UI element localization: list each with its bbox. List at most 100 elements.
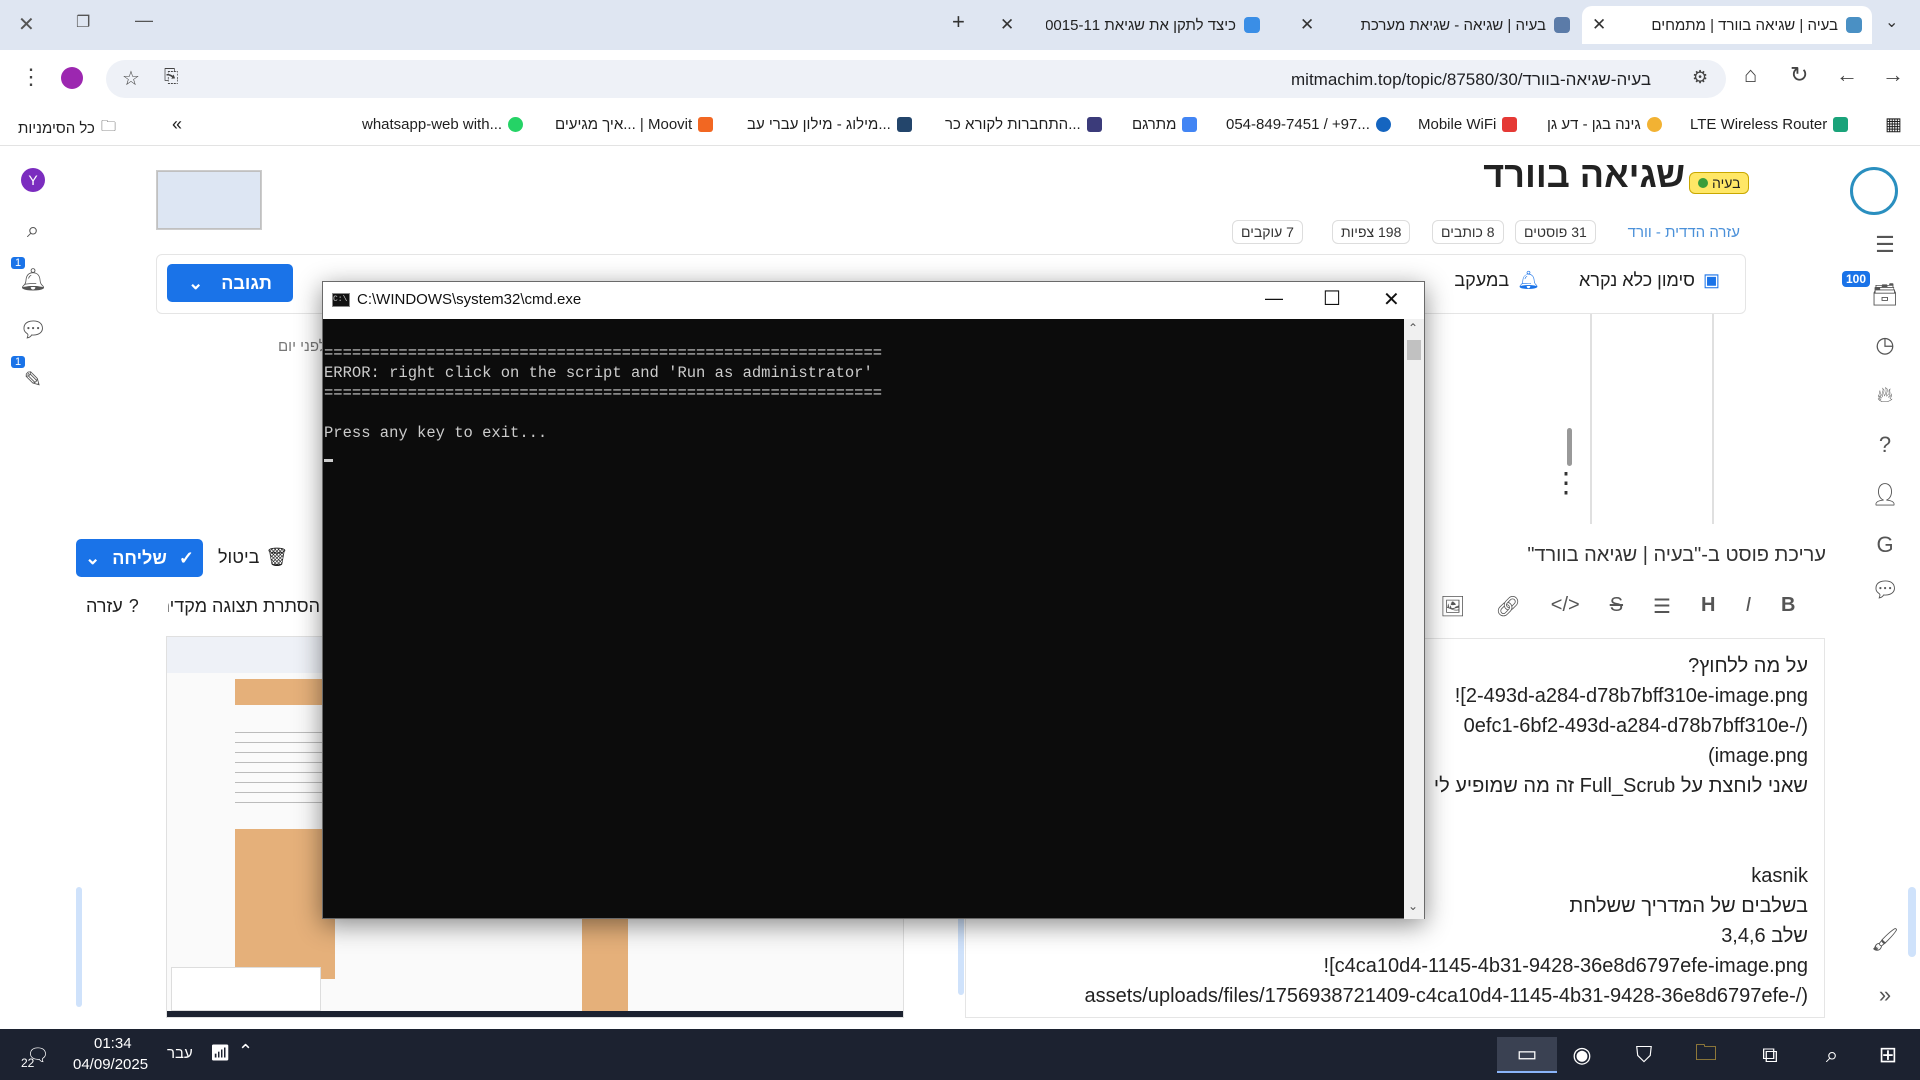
help-icon[interactable]: ? [1870,432,1900,458]
cmd-titlebar[interactable]: C:\ C:\WINDOWS\system32\cmd.exe — ☐ ✕ [323,282,1424,319]
timeline-line [1712,314,1714,524]
inbox-icon[interactable]: 🗃︎ [1870,282,1900,308]
tab-3[interactable]: כיצד לתקן את שגיאת 30015-11 ✕ [990,6,1270,44]
bookmark-item[interactable]: התחברות לקורא כר... [945,116,1102,133]
menu-icon[interactable]: ☰ [1870,232,1900,258]
expand-icon[interactable]: » [1870,982,1900,1008]
clock-time[interactable]: 01:34 [94,1035,132,1052]
bookmark-item[interactable]: 054-849-7451 / +97... [1226,116,1391,133]
bookmark-favicon-icon [698,117,714,132]
breadcrumb-category[interactable]: עזרה הדדית - וורד [1628,224,1740,241]
chats-icon[interactable]: 💬︎ [1870,577,1900,603]
toggle-preview-button[interactable]: הסתרת תצוגה מקדימה [168,596,320,617]
all-bookmarks[interactable]: כל הסימניות 🗀 [18,116,116,141]
close-window-icon[interactable]: ✕ [18,12,35,37]
notification-badge: 1 [11,257,26,269]
language-indicator[interactable]: עבר [167,1045,193,1062]
task-view-icon[interactable]: ⧉ [1750,1037,1790,1073]
bookmark-item[interactable]: מתרגם [1132,116,1198,133]
bookmark-star-icon[interactable]: ☆ [122,66,140,91]
page-scrollbar[interactable] [1908,887,1916,957]
status-badge: בעיה [1689,172,1750,194]
italic-icon[interactable]: I [1745,594,1751,619]
heading-icon[interactable]: H [1701,594,1715,619]
bookmark-item[interactable]: איך מגיעים... | Moovit [555,116,714,133]
watching-button[interactable]: 🔔︎ במעקב [1454,270,1540,291]
tab-active[interactable]: בעיה | שגיאה בוורד | מתמחים טופ ✕ [1582,6,1872,44]
reply-button[interactable]: ⌄ תגובה [167,264,293,302]
compose-icon[interactable]: ✎ [18,367,48,393]
search-icon[interactable]: ⌕ [1812,1037,1852,1073]
mark-unread-button[interactable]: ▣ סימון כלא נקרא [1579,270,1720,291]
tab-search-icon[interactable]: ⌄ [1885,12,1898,32]
bookmark-item[interactable]: whatsapp-web with... [362,116,524,133]
security-shield-icon[interactable]: ⛉ [1624,1037,1664,1073]
chevron-down-icon[interactable]: ⌄ [188,273,203,294]
home-icon[interactable]: ⌂ [1744,62,1757,88]
minimize-window-icon[interactable]: — [135,10,153,31]
notifications-icon[interactable]: 🔔︎ [18,267,48,293]
wifi-icon[interactable]: 📶︎ [210,1043,230,1063]
new-tab-button[interactable]: + [952,9,965,35]
more-menu-icon[interactable]: ⋮ [20,64,42,90]
chat-icon[interactable]: 💬︎ [18,317,48,343]
back-icon[interactable]: ← [1836,62,1858,88]
link-icon[interactable]: 🔗︎ [1495,594,1520,619]
recent-icon[interactable]: ◷ [1870,332,1900,358]
left-rail: Y ⌕ 🔔︎ 1 💬︎ ✎ 1 [0,147,82,1027]
help-link[interactable]: ? עזרה [86,596,139,617]
scroll-up-icon[interactable]: ⌃ [1408,321,1418,335]
chrome-icon[interactable]: ◉ [1562,1037,1602,1073]
install-app-icon[interactable]: ⎘ [164,66,178,87]
restore-window-icon[interactable]: ❐ [76,12,90,32]
start-windows-icon[interactable]: ⊞ [1868,1037,1908,1073]
popular-icon[interactable]: 🔥︎ [1870,382,1900,408]
maximize-icon[interactable]: ☐ [1323,286,1341,311]
scroll-down-icon[interactable]: ⌄ [1408,899,1418,913]
bookmarks-overflow-icon[interactable]: « [172,114,182,135]
users-icon[interactable]: 👤︎ [1870,482,1900,508]
image-icon[interactable]: 🖼︎ [1440,594,1465,619]
reload-icon[interactable]: ↻ [1790,62,1808,88]
site-info-icon[interactable]: ⚙ [1692,67,1708,88]
bold-icon[interactable]: B [1781,594,1795,619]
bookmark-item[interactable]: מילוג - מילון עברי עב... [747,116,912,133]
cancel-button[interactable]: 🗑︎ ביטול [218,547,288,568]
cmd-scrollbar[interactable]: ⌃ ⌄ [1404,319,1424,919]
site-logo[interactable] [1850,167,1898,215]
thread-thumbnail[interactable] [156,170,262,230]
groups-icon[interactable]: G [1870,532,1900,558]
theme-brush-icon[interactable]: 🖌︎ [1870,927,1900,953]
send-button[interactable]: ⌄ שליחה ✓ [76,539,203,577]
url-field[interactable]: ☆ ⎘ mitmachim.top/topic/87580/30/בעיה-שג… [106,60,1726,98]
clock-date[interactable]: 04/09/2025 [73,1056,148,1073]
close-icon[interactable]: ✕ [1383,287,1400,312]
profile-avatar[interactable] [61,67,83,89]
post-options-icon[interactable]: ⋮ [1552,466,1580,499]
bookmark-item[interactable]: LTE Wireless Router [1690,116,1849,133]
bookmark-item[interactable]: גינה בגן - דע גן [1547,116,1662,133]
search-icon[interactable]: ⌕ [18,217,48,243]
close-tab-icon[interactable]: ✕ [1000,15,1014,35]
tab-2[interactable]: בעיה | שגיאה - שגיאת מערכת ✕ [1290,6,1580,44]
list-icon[interactable]: ☰ [1653,594,1671,619]
scroll-thumb[interactable] [1407,340,1421,360]
scroll-track [76,887,82,1007]
tray-chevron-icon[interactable]: ⌃ [238,1041,253,1062]
file-explorer-icon[interactable]: 🗀 [1686,1037,1726,1073]
code-icon[interactable]: </> [1551,594,1580,619]
terminal-app-icon[interactable]: ▭ [1497,1037,1557,1073]
strikethrough-icon[interactable]: S [1610,594,1623,619]
close-tab-icon[interactable]: ✕ [1592,15,1606,35]
chevron-down-icon[interactable]: ⌄ [85,548,100,569]
timeline-handle[interactable] [1567,428,1572,466]
user-avatar[interactable]: Y [21,168,45,192]
apps-grid-icon[interactable]: ▦ [1885,114,1902,135]
cmd-console[interactable]: ========================================… [323,319,1403,919]
cmd-window[interactable]: C:\ C:\WINDOWS\system32\cmd.exe — ☐ ✕ ==… [322,281,1425,919]
forward-icon[interactable]: → [1882,62,1904,88]
close-tab-icon[interactable]: ✕ [1300,15,1314,35]
bookmark-item[interactable]: Mobile WiFi [1418,116,1518,133]
minimize-icon[interactable]: — [1265,288,1283,309]
